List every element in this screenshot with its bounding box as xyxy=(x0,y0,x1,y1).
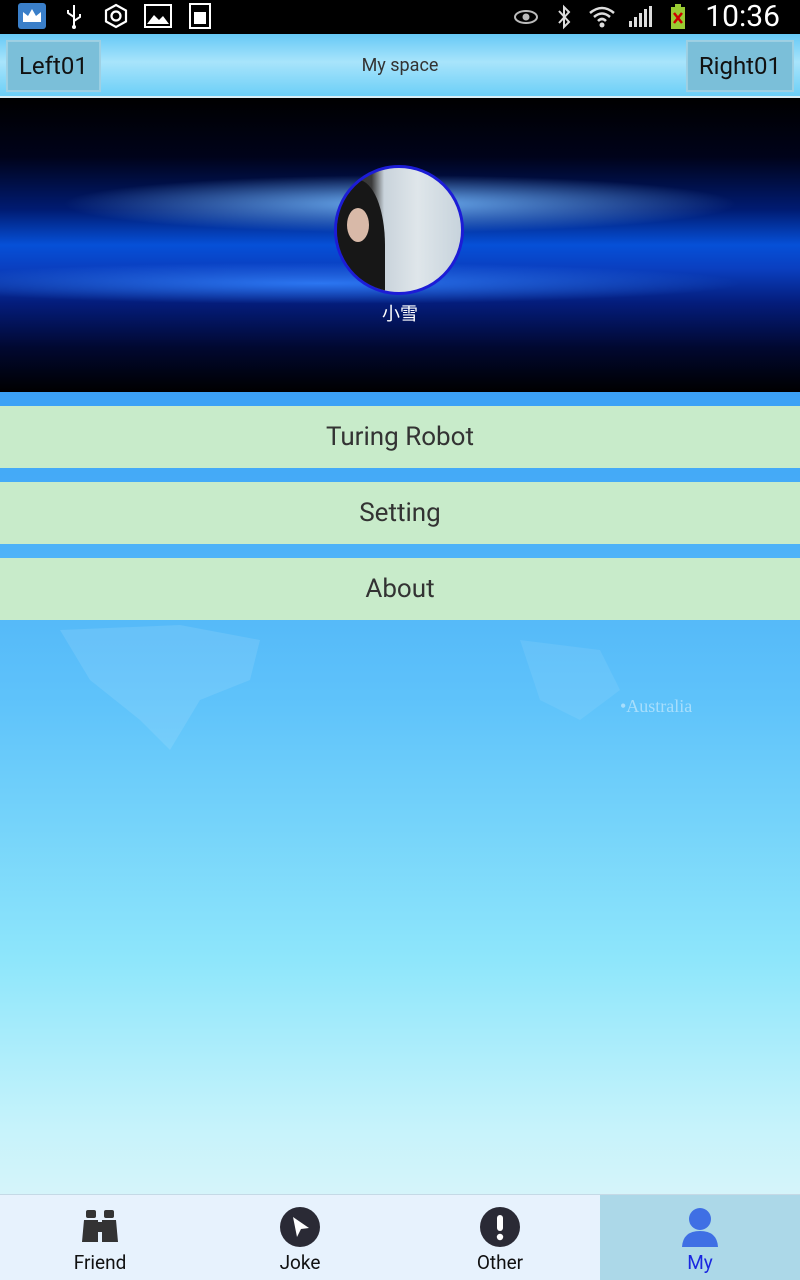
title-bar: Left01 My space Right01 xyxy=(0,34,800,98)
battery-icon xyxy=(664,4,692,30)
crown-app-icon xyxy=(18,3,46,29)
tab-joke-label: Joke xyxy=(279,1251,321,1274)
eye-icon xyxy=(512,4,540,30)
tab-friend-label: Friend xyxy=(73,1251,127,1274)
bluetooth-icon xyxy=(550,4,578,30)
username: 小雪 xyxy=(382,304,418,325)
navigation-arrow-icon xyxy=(278,1205,322,1249)
world-map-decoration xyxy=(60,625,620,750)
page-title: My space xyxy=(361,55,439,76)
status-bar: 10:36 xyxy=(0,0,800,34)
tab-other[interactable]: Other xyxy=(400,1195,600,1280)
right01-button[interactable]: Right01 xyxy=(685,40,794,92)
gallery-icon xyxy=(144,3,172,29)
avatar[interactable] xyxy=(334,165,464,295)
signal-icon xyxy=(626,4,654,30)
menu-item-setting[interactable]: Setting xyxy=(0,482,800,544)
map-label: •Australia xyxy=(620,696,693,716)
settings-circle-icon xyxy=(102,3,130,29)
tab-friend[interactable]: Friend xyxy=(0,1195,200,1280)
tab-my-label: My xyxy=(687,1251,713,1274)
wifi-icon xyxy=(588,4,616,30)
binoculars-icon xyxy=(78,1205,122,1249)
status-clock: 10:36 xyxy=(705,0,780,34)
tab-joke[interactable]: Joke xyxy=(200,1195,400,1280)
avatar-face xyxy=(347,208,369,242)
sd-card-icon xyxy=(186,3,214,29)
exclamation-icon xyxy=(478,1205,522,1249)
bottom-nav: Friend Joke Other My xyxy=(0,1194,800,1280)
profile-header: 小雪 xyxy=(0,98,800,392)
menu-item-about[interactable]: About xyxy=(0,558,800,620)
menu-item-turing-robot[interactable]: Turing Robot xyxy=(0,406,800,468)
tab-other-label: Other xyxy=(476,1251,524,1274)
usb-icon xyxy=(60,3,88,29)
tab-my[interactable]: My xyxy=(600,1195,800,1280)
user-icon xyxy=(678,1205,722,1249)
